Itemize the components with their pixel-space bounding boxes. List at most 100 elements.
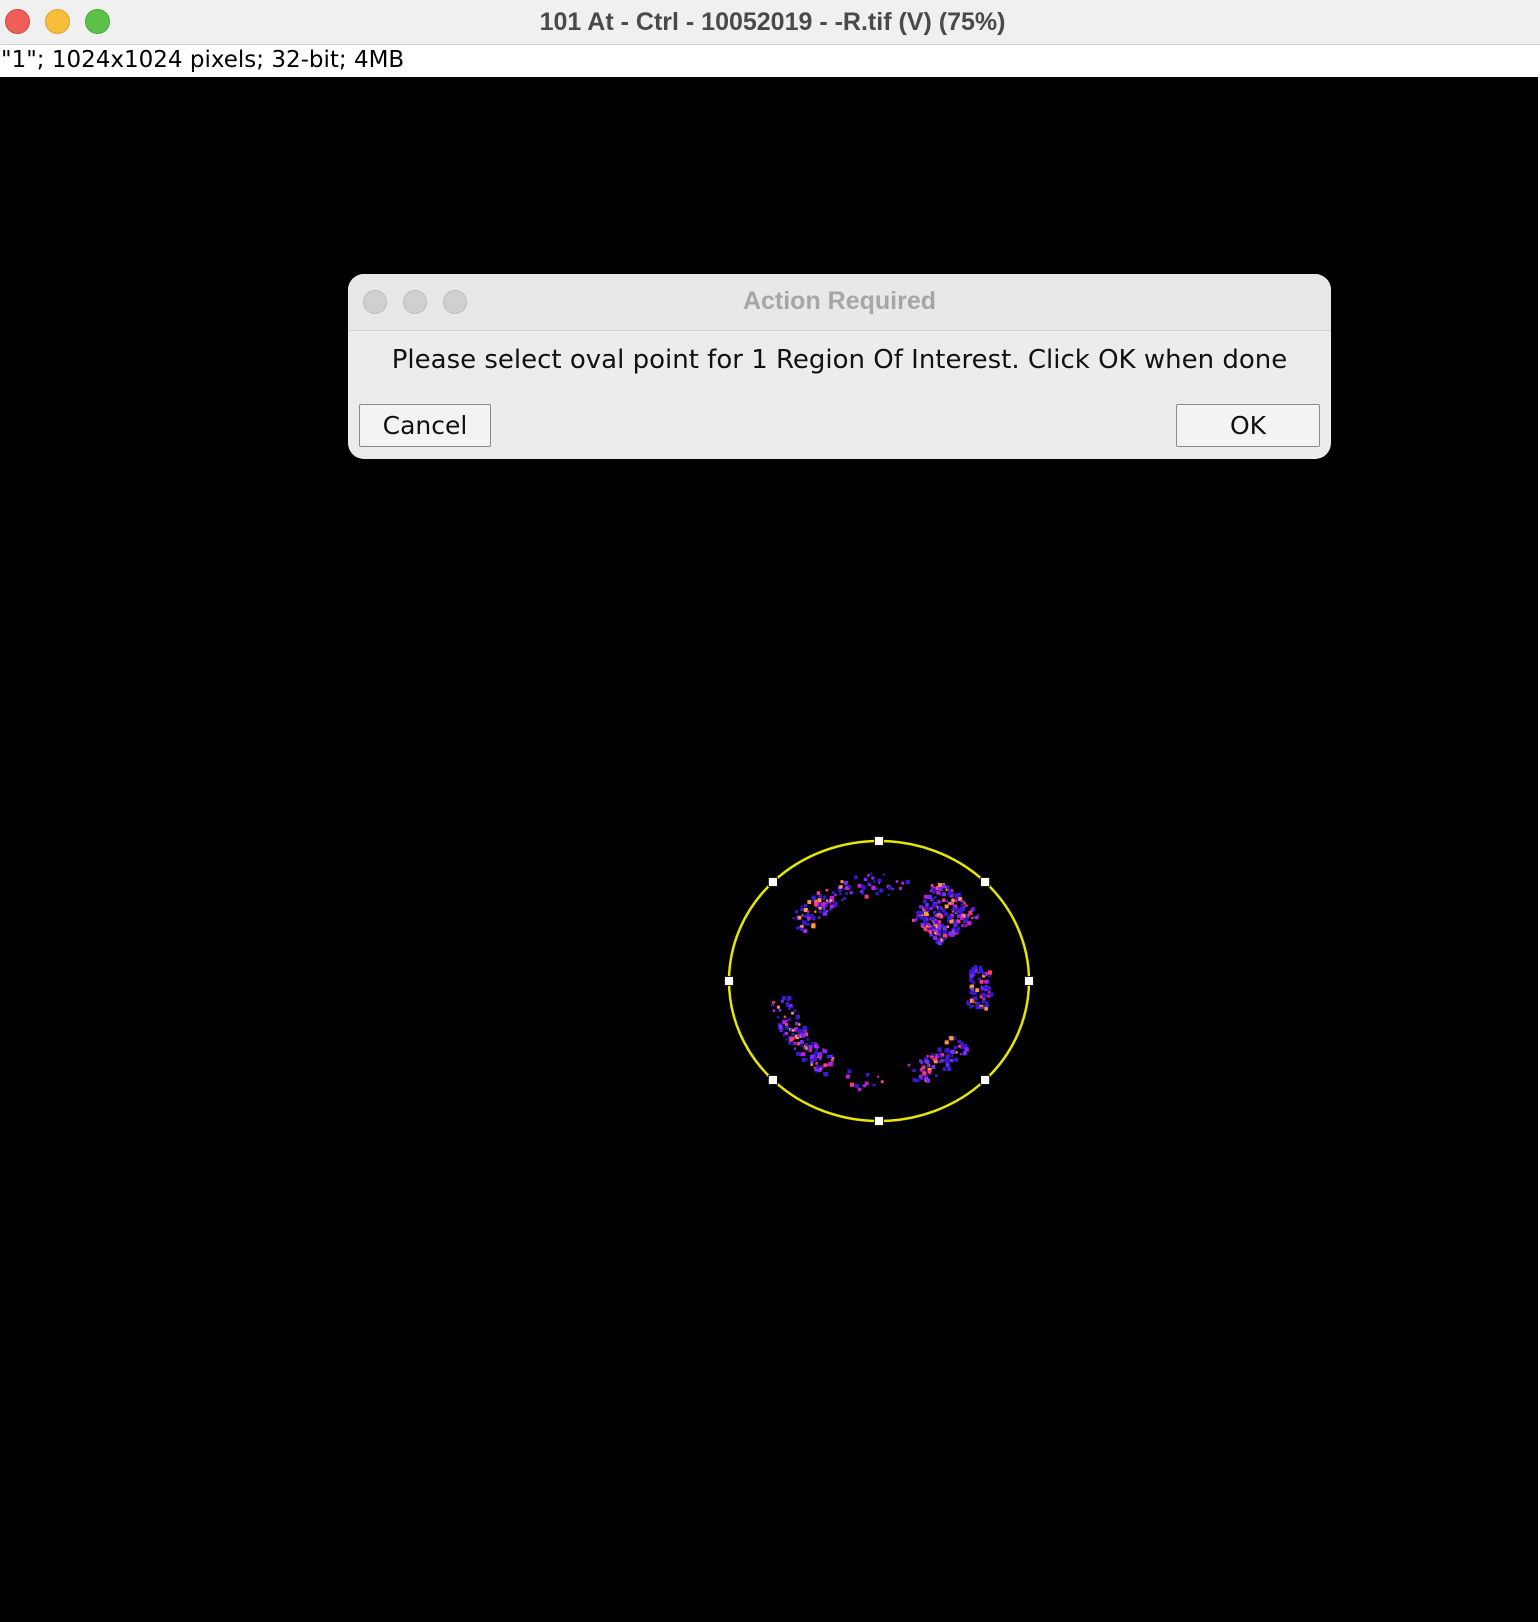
signal-pixel [946,920,950,923]
dialog-titlebar[interactable]: Action Required [348,274,1331,331]
signal-pixel [989,992,994,997]
signal-pixel [925,1059,930,1064]
signal-pixel [771,1003,775,1007]
signal-pixel [942,898,946,902]
cancel-button[interactable]: Cancel [359,404,491,447]
signal-pixel [975,988,980,992]
signal-pixel [968,910,973,915]
signal-pixel [978,965,983,970]
signal-pixel [800,907,804,912]
signal-pixel [969,991,973,995]
roi-handle[interactable] [768,1075,778,1085]
signal-pixel [932,910,937,915]
roi-handle[interactable] [724,976,734,986]
signal-pixel [796,1042,800,1046]
signal-pixel [938,1060,941,1063]
signal-pixel [958,1045,961,1048]
signal-pixel [879,888,884,893]
signal-pixel [877,878,882,883]
signal-pixel [925,1078,931,1083]
signal-pixel [898,886,902,890]
signal-pixel [944,1048,949,1053]
signal-pixel [814,1041,817,1044]
signal-pixel [800,905,803,908]
signal-pixel [785,1025,789,1030]
signal-pixel [986,986,991,991]
signal-pixel [807,1049,810,1053]
signal-pixel [963,1044,966,1048]
signal-pixel [980,989,983,992]
window-title: 101 At - Ctrl - 10052019 - -R.tif (V) (7… [539,8,1006,36]
signal-pixel [858,1087,862,1091]
signal-pixel [954,893,958,898]
signal-pixel [857,883,862,888]
ok-button[interactable]: OK [1176,404,1320,447]
roi-handle[interactable] [980,877,990,887]
signal-pixel [905,879,911,885]
signal-pixel [785,1002,790,1006]
window-titlebar[interactable]: 101 At - Ctrl - 10052019 - -R.tif (V) (7… [0,0,1540,45]
roi-handle[interactable] [874,1116,884,1126]
signal-pixel [965,904,968,907]
signal-pixel [954,928,959,933]
signal-pixel [966,1001,971,1006]
signal-pixel [772,1009,775,1012]
signal-pixel [934,920,939,924]
signal-pixel [925,928,928,932]
signal-pixel [871,876,875,880]
signal-pixel [810,1060,814,1064]
signal-pixel [962,1051,967,1056]
signal-pixel [927,1070,931,1074]
signal-pixel [984,980,988,984]
signal-pixel [931,919,935,923]
signal-pixel [825,888,829,892]
image-window: 101 At - Ctrl - 10052019 - -R.tif (V) (7… [0,0,1540,1622]
signal-pixel [873,880,876,883]
signal-pixel [926,1054,929,1058]
signal-pixel [950,1049,955,1054]
signal-pixel [877,1075,880,1078]
roi-handle[interactable] [874,836,884,846]
signal-pixel [951,1055,954,1058]
signal-pixel [937,910,941,914]
signal-pixel [802,920,807,925]
signal-pixel [791,1011,794,1015]
signal-pixel [931,1065,936,1069]
signal-pixel [921,906,925,909]
signal-pixel [942,1053,945,1056]
signal-pixel [952,925,956,929]
signal-pixel [976,1001,980,1006]
dialog-title: Action Required [742,287,937,315]
signal-pixel [861,892,865,895]
signal-pixel [844,881,848,885]
signal-pixel [921,1064,924,1067]
signal-pixel [960,1041,964,1046]
signal-pixel [960,903,963,906]
signal-pixel [811,916,816,921]
signal-pixel [969,973,974,978]
signal-pixel [778,1009,782,1012]
signal-pixel [940,1059,943,1062]
roi-handle[interactable] [1024,976,1034,986]
signal-pixel [942,937,946,941]
signal-pixel [985,1001,989,1004]
signal-pixel [793,1009,797,1013]
signal-pixel [814,1051,818,1055]
roi-handle[interactable] [980,1075,990,1085]
signal-pixel [782,995,786,1000]
signal-pixel [965,913,968,916]
roi-handle[interactable] [768,877,778,887]
signal-pixel [796,1028,800,1033]
signal-pixel [871,885,876,890]
signal-pixel [946,925,949,928]
signal-pixel [806,922,810,926]
signal-pixel [887,885,892,890]
signal-pixel [926,918,929,921]
signal-pixel [847,1069,852,1074]
signal-pixel [947,1061,950,1064]
signal-pixel [785,1038,788,1041]
signal-pixel [926,1064,929,1067]
signal-pixel [850,1082,855,1087]
signal-pixel [895,880,899,883]
signal-pixel [969,978,973,982]
